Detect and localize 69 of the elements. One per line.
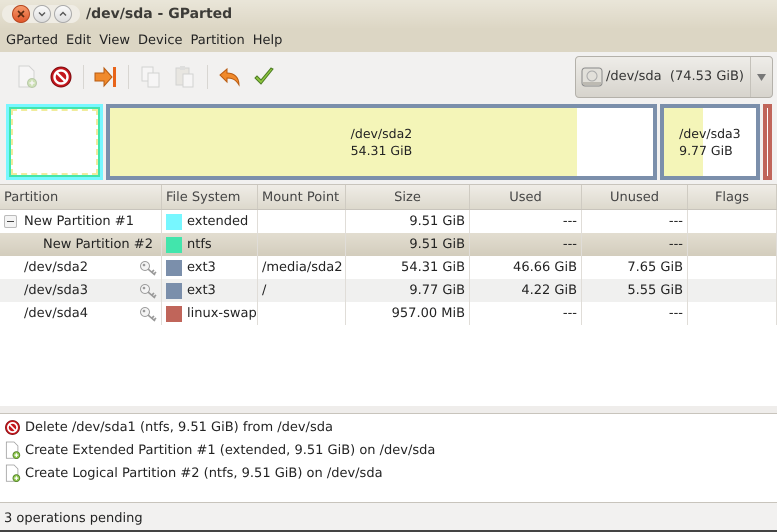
status-text: 3 operations pending [4,510,143,526]
paste-icon [174,65,196,89]
arrow-icon [93,65,119,89]
table-cell: --- [562,214,577,229]
menu-item[interactable]: GParted [2,32,62,48]
window-title: /dev/sda - GParted [86,6,232,22]
table-cell: --- [562,306,577,321]
table-row[interactable]: /dev/sda4 linux-swap 957.00 MiB --- --- [0,302,777,325]
table-cell: 54.31 GiB [401,260,465,275]
close-icon [16,9,26,19]
device-selector[interactable]: /dev/sda (74.53 GiB) [574,56,773,98]
partition-block[interactable]: /dev/sda3 9.77 GiB [660,104,760,180]
column-header[interactable]: File System [162,185,258,209]
new-document-icon [4,441,21,460]
new-document-icon [16,65,38,89]
menu-item[interactable]: Help [248,32,286,48]
table-cell: extended [187,214,248,229]
maximize-button[interactable] [54,5,72,23]
delete-icon [4,419,21,436]
collapse-toggle[interactable] [4,215,17,228]
table-cell: 9.77 GiB [409,283,465,298]
table-cell: --- [562,237,577,252]
table-cell: 46.66 GiB [513,260,577,275]
table-cell: 5.55 GiB [627,283,683,298]
column-header[interactable]: Used [470,185,582,209]
table-cell: ntfs [187,237,212,252]
minimize-button[interactable] [33,5,51,23]
table-cell: linux-swap [187,306,257,321]
new-document-icon [4,464,21,483]
table-cell: --- [668,306,683,321]
partition-block[interactable] [762,104,772,180]
close-button[interactable] [12,5,30,23]
operation-text: Delete /dev/sda1 (ntfs, 9.51 GiB) from /dev/sda [25,420,333,435]
table-cell: 957.00 MiB [392,306,465,321]
table-row[interactable]: /dev/sda3 ext3 / 9.77 GiB 4.22 GiB 5.55 GiB [0,279,777,302]
table-cell: 7.65 GiB [627,260,683,275]
partition-name: /dev/sda4 [24,306,88,321]
partition-name: /dev/sda2 [24,260,88,275]
column-header[interactable]: Mount Point [258,185,346,209]
partition-name: /dev/sda3 [24,283,88,298]
undo-icon [218,65,242,89]
table-cell: ext3 [187,283,216,298]
menu-item[interactable]: Partition [186,32,249,48]
operation-text: Create Extended Partition #1 (extended, 9.51 GiB) on /dev/sda [25,443,436,458]
table-cell: ext3 [187,260,216,275]
partition-name: New Partition #1 [24,214,134,229]
column-header[interactable]: Unused [582,185,688,209]
partition-label: /dev/sda3 9.77 GiB [679,125,741,159]
partition-name: New Partition #2 [43,237,153,252]
table-row[interactable]: New Partition #2 ntfs 9.51 GiB --- --- [0,233,777,256]
operation-text: Create Logical Partition #2 (ntfs, 9.51 GiB) on /dev/sda [25,466,383,481]
menu-item[interactable]: View [95,32,134,48]
partition-label: /dev/sda2 54.31 GiB [350,125,412,159]
column-header[interactable]: Size [346,185,470,209]
table-cell: 9.51 GiB [409,237,465,252]
delete-icon [49,65,73,89]
table-cell: 4.22 GiB [521,283,577,298]
menu-item[interactable]: Device [134,32,187,48]
partition-block[interactable]: /dev/sda2 54.31 GiB [106,104,658,180]
column-header[interactable]: Partition [0,185,162,209]
table-cell: /media/sda2 [262,260,343,275]
table-cell: / [262,283,266,298]
chevron-down-icon [37,9,47,19]
column-header[interactable]: Flags [688,185,777,209]
table-cell: --- [668,237,683,252]
table-cell: --- [668,214,683,229]
copy-icon [140,65,162,89]
menu-item[interactable]: Edit [62,32,96,48]
table-cell: 9.51 GiB [409,214,465,229]
